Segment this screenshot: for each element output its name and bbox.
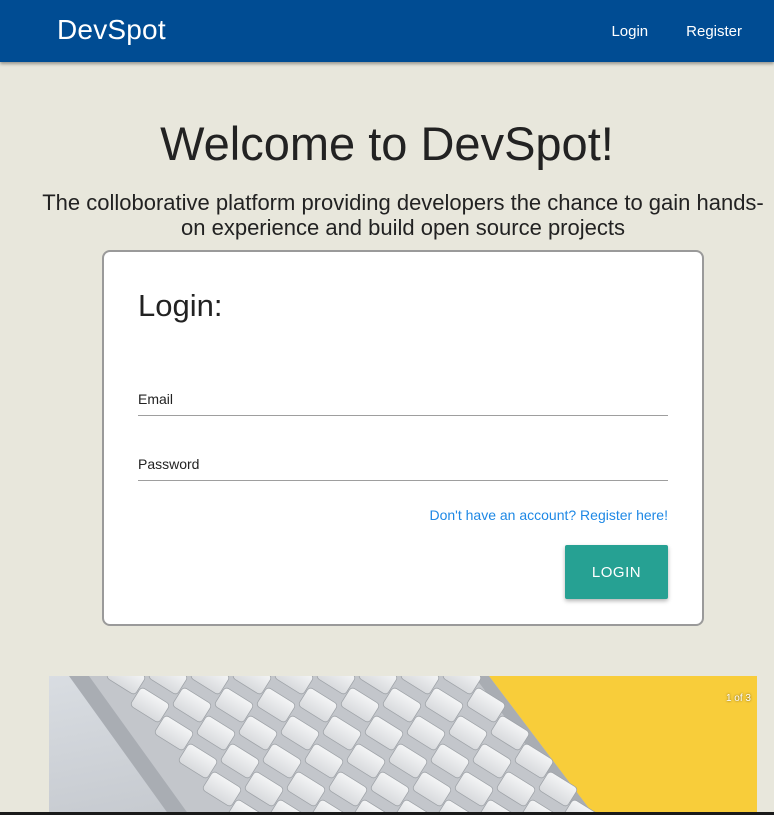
page-title: Welcome to DevSpot!	[160, 117, 614, 170]
nav-links: Login Register	[573, 0, 742, 62]
login-card-title: Login:	[138, 288, 223, 323]
email-input[interactable]	[138, 385, 668, 415]
login-submit-button[interactable]: LOGIN	[565, 545, 668, 599]
nav-login-link[interactable]: Login	[611, 23, 648, 40]
email-field: Email	[138, 385, 668, 416]
carousel-slide-keyboard-image	[49, 676, 757, 815]
top-navbar: DevSpot Login Register	[0, 0, 774, 62]
nav-register-link[interactable]: Register	[686, 23, 742, 40]
brand-logo-link[interactable]: DevSpot	[57, 14, 166, 46]
register-here-link[interactable]: Don't have an account? Register here!	[430, 507, 669, 523]
carousel-slide-counter: 1 of 3	[725, 693, 751, 704]
password-field: Password	[138, 450, 668, 481]
image-carousel[interactable]: 1 of 3	[49, 676, 757, 815]
page-subtitle: The colloborative platform providing dev…	[42, 190, 764, 240]
login-card: Login: Email Password Don't have an acco…	[102, 250, 704, 626]
password-input[interactable]	[138, 450, 668, 480]
